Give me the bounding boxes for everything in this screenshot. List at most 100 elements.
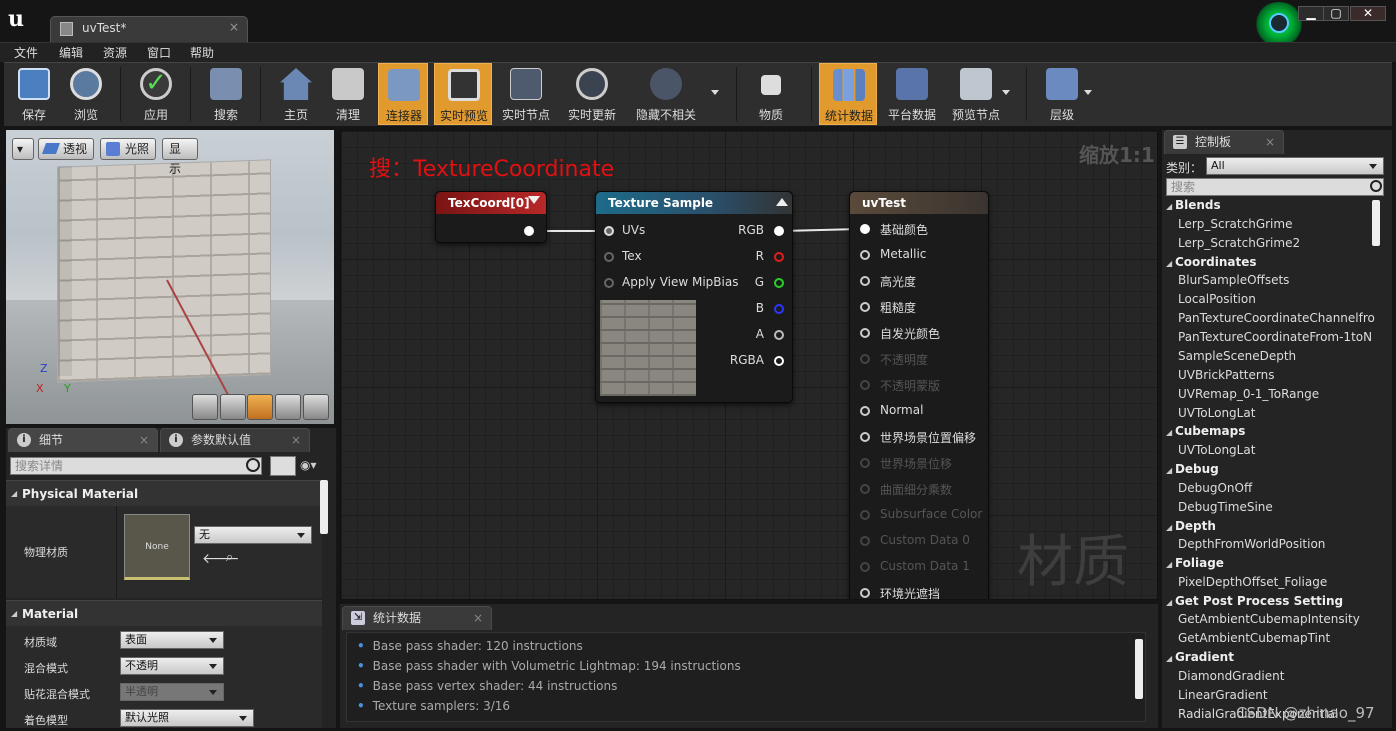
tab-stats[interactable]: ⇲ 统计数据 ×	[342, 606, 492, 630]
tab-details[interactable]: i 细节 ×	[8, 428, 158, 452]
palette-category[interactable]: ◢ Coordinates	[1166, 255, 1257, 269]
search-button[interactable]: 搜索	[196, 63, 256, 125]
minimize-button[interactable]: ▁	[1298, 6, 1324, 21]
details-search-input[interactable]: 搜索详情	[10, 457, 262, 475]
material-graph-canvas[interactable]: 缩放1:1 搜：TextureCoordinate 材质 TexCoord[0]…	[340, 130, 1158, 600]
texture-sample-output-pin[interactable]	[774, 356, 784, 366]
preview-sphere-icon[interactable]	[220, 394, 246, 420]
texture-sample-output-pin[interactable]	[774, 304, 784, 314]
view-options-grid-icon[interactable]	[270, 456, 296, 476]
preview-node-button[interactable]: 预览节点	[946, 63, 1006, 125]
stats-button[interactable]: 统计数据	[819, 63, 877, 125]
node-texture-sample[interactable]: Texture Sample UVs Tex Apply View MipBias …	[595, 191, 793, 403]
menu-help[interactable]: 帮助	[190, 44, 214, 61]
result-input-pin[interactable]	[860, 250, 870, 260]
show-button[interactable]: 显示	[162, 138, 198, 176]
preview-node-dropdown-icon[interactable]	[1002, 90, 1010, 95]
preview-cylinder-icon[interactable]	[192, 394, 218, 420]
palette-item[interactable]: UVToLongLat	[1178, 406, 1255, 420]
palette-category[interactable]: ◢ Debug	[1166, 462, 1219, 476]
palette-item[interactable]: UVToLongLat	[1178, 443, 1255, 457]
shading-model-combo[interactable]: 默认光照	[120, 709, 254, 727]
texture-sample-input-pin[interactable]	[604, 226, 614, 236]
preview-plane-icon[interactable]	[247, 394, 273, 420]
substance-button[interactable]: 物质	[741, 63, 801, 125]
palette-item[interactable]: PanTextureCoordinateFrom-1toN	[1178, 330, 1372, 344]
hierarchy-button[interactable]: 层级	[1032, 63, 1092, 125]
connectors-button[interactable]: 连接器	[378, 63, 428, 125]
close-window-button[interactable]: ✕	[1350, 6, 1386, 21]
palette-item[interactable]: LocalPosition	[1178, 292, 1256, 306]
source-control-status-icon[interactable]	[1254, 2, 1304, 46]
hierarchy-dropdown-icon[interactable]	[1084, 90, 1092, 95]
palette-item[interactable]: DebugOnOff	[1178, 481, 1252, 495]
blend-mode-combo[interactable]: 不透明	[120, 657, 224, 675]
result-input-pin[interactable]	[860, 406, 870, 416]
palette-category[interactable]: ◢ Get Post Process Setting	[1166, 594, 1343, 608]
result-input-pin[interactable]	[860, 224, 870, 234]
texture-sample-input-pin[interactable]	[604, 252, 614, 262]
palette-item[interactable]: UVRemap_0-1_ToRange	[1178, 387, 1319, 401]
texture-sample-output-pin[interactable]	[774, 330, 784, 340]
result-input-pin[interactable]	[860, 302, 870, 312]
texture-sample-output-pin[interactable]	[774, 252, 784, 262]
palette-category[interactable]: ◢ Gradient	[1166, 650, 1234, 664]
texcoord-output-pin[interactable]	[524, 226, 534, 236]
live-update-button[interactable]: 实时更新	[562, 63, 622, 125]
texture-sample-output-pin[interactable]	[774, 278, 784, 288]
menu-file[interactable]: 文件	[14, 44, 38, 61]
browse-asset-icon[interactable]: ⌕	[226, 550, 233, 565]
texture-sample-output-pin[interactable]	[774, 226, 784, 236]
section-physical-material[interactable]: ◢ Physical Material	[6, 480, 322, 506]
material-domain-combo[interactable]: 表面	[120, 631, 224, 649]
viewport-options-button[interactable]: ▾	[12, 138, 34, 160]
hide-unrelated-dropdown-icon[interactable]	[711, 90, 719, 95]
section-material[interactable]: ◢ Material	[6, 600, 322, 626]
hide-unrelated-button[interactable]: 隐藏不相关	[632, 63, 700, 125]
physical-material-thumbnail[interactable]: None	[124, 514, 190, 580]
tab-parameter-defaults[interactable]: i 参数默认值 ×	[160, 428, 310, 452]
palette-item[interactable]: PanTextureCoordinateChannelfro	[1178, 311, 1375, 325]
tab-details-close-icon[interactable]: ×	[139, 429, 149, 451]
use-selected-arrow-icon[interactable]: 🡐	[202, 550, 240, 567]
texture-sample-input-pin[interactable]	[604, 278, 614, 288]
palette-item[interactable]: SampleSceneDepth	[1178, 349, 1296, 363]
palette-category[interactable]: ◢ Foliage	[1166, 556, 1224, 570]
stats-scrollbar[interactable]	[1135, 639, 1143, 699]
clean-button[interactable]: 清理	[318, 63, 378, 125]
tab-palette-close-icon[interactable]: ×	[1265, 131, 1275, 153]
result-input-pin[interactable]	[860, 588, 870, 598]
save-button[interactable]: 保存	[4, 63, 64, 125]
tab-palette[interactable]: ☰ 控制板 ×	[1164, 130, 1284, 154]
lit-mode-button[interactable]: 光照	[100, 138, 156, 160]
maximize-button[interactable]: ▢	[1323, 6, 1349, 21]
palette-item[interactable]: GetAmbientCubemapIntensity	[1178, 612, 1360, 626]
palette-search-input[interactable]: 搜索	[1166, 178, 1384, 196]
palette-item[interactable]: GetAmbientCubemapTint	[1178, 631, 1330, 645]
palette-item[interactable]: UVBrickPatterns	[1178, 368, 1274, 382]
menu-edit[interactable]: 编辑	[59, 44, 83, 61]
menu-window[interactable]: 窗口	[147, 44, 171, 61]
preview-custom-mesh-icon[interactable]	[303, 394, 329, 420]
palette-item[interactable]: BlurSampleOffsets	[1178, 273, 1289, 287]
home-button[interactable]: 主页	[266, 63, 326, 125]
result-input-pin[interactable]	[860, 276, 870, 286]
live-nodes-button[interactable]: 实时节点	[496, 63, 556, 125]
palette-item[interactable]: DiamondGradient	[1178, 669, 1284, 683]
palette-category[interactable]: ◢ Blends	[1166, 198, 1221, 212]
details-scrollbar[interactable]	[320, 480, 328, 534]
perspective-button[interactable]: 透视	[38, 138, 94, 160]
result-input-pin[interactable]	[860, 432, 870, 442]
node-texcoord[interactable]: TexCoord[0]	[435, 191, 547, 243]
palette-category[interactable]: ◢ Depth	[1166, 519, 1216, 533]
document-tab-close-icon[interactable]: ×	[229, 20, 239, 34]
node-collapse-arrow-icon[interactable]	[528, 196, 540, 204]
document-tab[interactable]: uvTest* ×	[50, 16, 248, 42]
palette-item[interactable]: Lerp_ScratchGrime2	[1178, 236, 1300, 250]
material-preview-viewport[interactable]: ▾ 透视 光照 显示 Z X Y	[6, 130, 334, 424]
menu-asset[interactable]: 资源	[103, 44, 127, 61]
node-material-result[interactable]: uvTest 基础颜色 Metallic 高光度 粗糙度 自发光颜色 不透明度 不透明蒙版 N…	[849, 191, 989, 599]
palette-item[interactable]: DebugTimeSine	[1178, 500, 1273, 514]
live-preview-button[interactable]: 实时预览	[434, 63, 492, 125]
palette-item[interactable]: LinearGradient	[1178, 688, 1268, 702]
